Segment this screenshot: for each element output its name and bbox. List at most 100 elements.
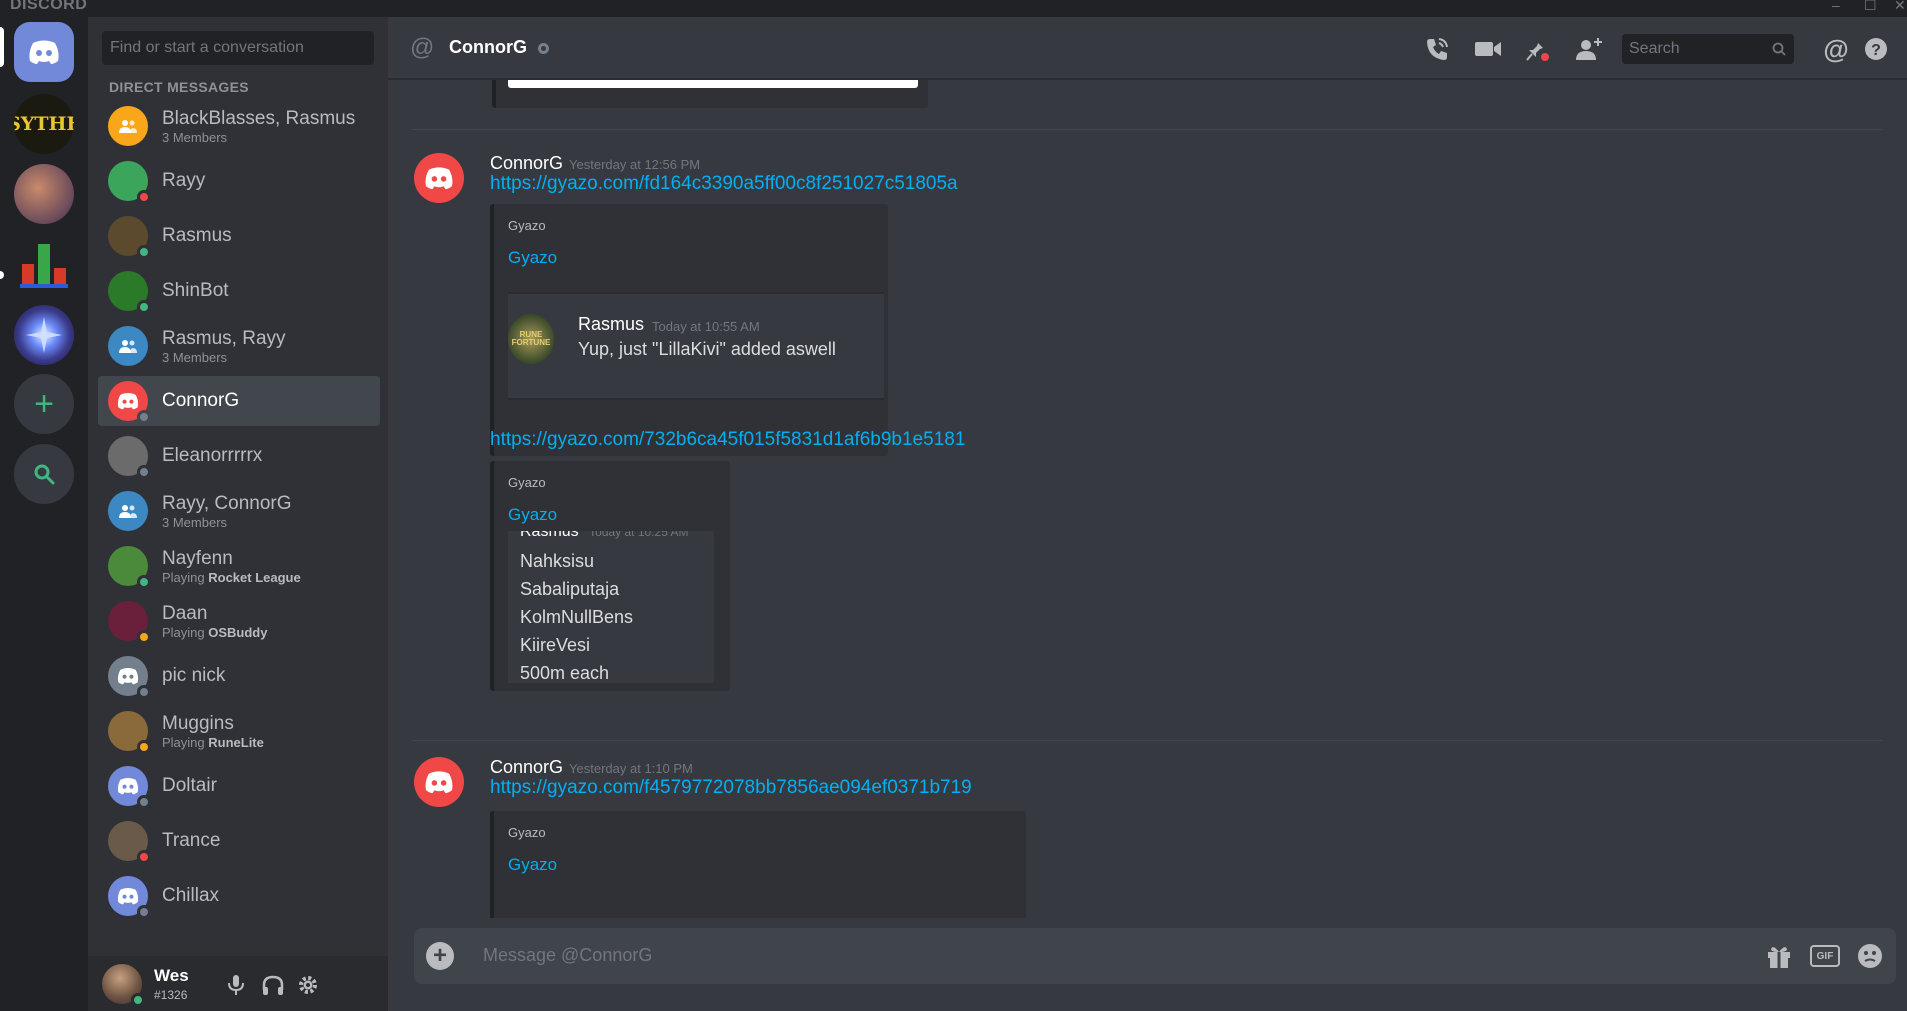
offline-status-icon <box>538 43 549 54</box>
dm-text: ConnorG <box>162 390 239 412</box>
dm-item[interactable]: ConnorG <box>98 376 380 426</box>
avatar[interactable] <box>102 964 145 1007</box>
gift-icon <box>1768 947 1790 968</box>
dm-search-input[interactable]: Find or start a conversation <box>102 31 374 65</box>
dm-name: Rasmus <box>162 225 232 246</box>
message-link[interactable]: https://gyazo.com/f4579772078bb7856ae094… <box>490 777 972 799</box>
dm-item[interactable]: ShinBot <box>98 266 380 316</box>
gyazo-embed: Gyazo Gyazo RUNE FORTUNE Rasmus Today at … <box>490 204 888 456</box>
avatar <box>108 271 151 314</box>
svg-text:?: ? <box>1871 42 1881 59</box>
dm-name: Rayy <box>162 170 206 191</box>
emoji-button[interactable] <box>1856 942 1884 975</box>
message-author[interactable]: ConnorG <box>490 757 563 777</box>
status-indicator <box>137 905 151 919</box>
avatar <box>108 491 148 531</box>
deafen-button[interactable] <box>261 974 285 1001</box>
user-tag: #1326 <box>154 988 188 1002</box>
home-button[interactable] <box>14 22 74 82</box>
emoji-icon <box>1858 944 1882 968</box>
embed-image[interactable]: Rasmus Today at 10:25 AM Nahksisu Sabali… <box>508 531 714 683</box>
dm-item[interactable]: Daan Playing OSBuddy <box>98 596 380 646</box>
explore-servers-button[interactable] <box>14 444 74 504</box>
guild-sythe[interactable]: SYTHE <box>14 94 74 154</box>
group-icon <box>119 505 137 518</box>
dm-item[interactable]: Muggins Playing RuneLite <box>98 706 380 756</box>
discord-logo-icon <box>117 778 139 795</box>
guild-server-4[interactable] <box>14 305 74 365</box>
message-timestamp: Yesterday at 12:56 PM <box>569 157 701 172</box>
status-indicator <box>137 795 151 809</box>
message-link[interactable]: https://gyazo.com/fd164c3390a5ff00c8f251… <box>490 173 958 195</box>
help-icon: ? <box>1865 38 1887 60</box>
avatar <box>108 106 148 146</box>
dm-item[interactable]: Rayy <box>98 156 380 206</box>
add-friends-button[interactable] <box>1575 35 1603 63</box>
avatar <box>108 711 151 754</box>
message-link[interactable]: https://gyazo.com/732b6ca45f015f5831d1af… <box>490 429 965 451</box>
start-video-call-button[interactable] <box>1474 35 1502 63</box>
guild-server-2[interactable] <box>14 164 74 224</box>
embed-title[interactable]: Gyazo <box>508 248 557 268</box>
avatar <box>108 766 151 809</box>
dm-name: Eleanorrrrrx <box>162 445 263 466</box>
avatar <box>108 876 151 919</box>
avatar[interactable] <box>414 153 464 203</box>
pinned-messages-button[interactable] <box>1524 35 1552 63</box>
gear-icon <box>299 976 317 994</box>
status-indicator <box>137 630 151 644</box>
message-author-line: ConnorG Yesterday at 1:10 PM <box>490 757 693 778</box>
dm-item[interactable]: Eleanorrrrrx <box>98 431 380 481</box>
dm-item[interactable]: Chillax <box>98 871 380 921</box>
avatar[interactable] <box>414 757 464 807</box>
avatar <box>108 436 151 479</box>
dm-item[interactable]: Nayfenn Playing Rocket League <box>98 541 380 591</box>
dm-item[interactable]: Rasmus <box>98 211 380 261</box>
dm-name: Rasmus, Rayy <box>162 327 286 349</box>
group-icon <box>119 120 137 133</box>
app-brand: DISCORD <box>10 0 88 13</box>
close-icon[interactable]: ✕ <box>1894 0 1906 14</box>
dm-subtext: 3 Members <box>162 129 228 145</box>
quote-time: Today at 10:55 AM <box>652 319 760 334</box>
maximize-icon[interactable]: ☐ <box>1864 0 1877 14</box>
title-bar: DISCORD – ☐ ✕ <box>0 0 1907 17</box>
embed-line: KolmNullBens <box>520 607 634 627</box>
embed-provider: Gyazo <box>508 825 546 840</box>
dm-activity: Playing OSBuddy <box>162 625 267 640</box>
minimize-icon[interactable]: – <box>1832 0 1840 13</box>
avatar <box>108 161 151 204</box>
dm-item[interactable]: pic nick <box>98 651 380 701</box>
start-voice-call-button[interactable] <box>1423 35 1451 63</box>
plus-icon: + <box>432 942 447 969</box>
add-server-button[interactable]: + <box>14 374 74 434</box>
message-input[interactable]: Message @ConnorG <box>483 945 652 966</box>
gif-button[interactable]: GIF <box>1810 945 1840 967</box>
avatar <box>108 326 148 366</box>
user-settings-button[interactable] <box>297 974 319 1001</box>
dm-item[interactable]: Rayy, ConnorG 3 Members <box>98 486 380 536</box>
embed-image[interactable]: RUNE FORTUNE Rasmus Today at 10:55 AM Yup… <box>508 292 884 400</box>
embed-line: Nahksisu <box>520 551 595 571</box>
embed-title[interactable]: Gyazo <box>508 505 557 525</box>
previous-embed-image[interactable] <box>508 80 918 88</box>
guild-server-3[interactable] <box>14 234 74 294</box>
discord-logo-icon <box>117 393 139 410</box>
help-button[interactable]: ? <box>1862 35 1890 63</box>
group-icon <box>119 340 137 353</box>
dm-item[interactable]: BlackBlasses, Rasmus 3 Members <box>98 101 380 151</box>
gift-button[interactable] <box>1766 943 1792 974</box>
dm-item[interactable]: Rasmus, Rayy 3 Members <box>98 321 380 371</box>
dm-item[interactable]: Doltair <box>98 761 380 811</box>
video-camera-icon <box>1475 42 1501 56</box>
mute-button[interactable] <box>226 974 246 1001</box>
message-author[interactable]: ConnorG <box>490 153 563 173</box>
embed-provider: Gyazo <box>508 475 546 490</box>
dm-subtext: 3 Members <box>162 514 228 530</box>
upload-button[interactable]: + <box>426 942 454 970</box>
mentions-button[interactable]: @ <box>1822 34 1850 64</box>
search-input[interactable]: Search <box>1622 34 1794 64</box>
dm-item[interactable]: Trance <box>98 816 380 866</box>
status-indicator <box>137 465 151 479</box>
embed-title[interactable]: Gyazo <box>508 855 557 875</box>
